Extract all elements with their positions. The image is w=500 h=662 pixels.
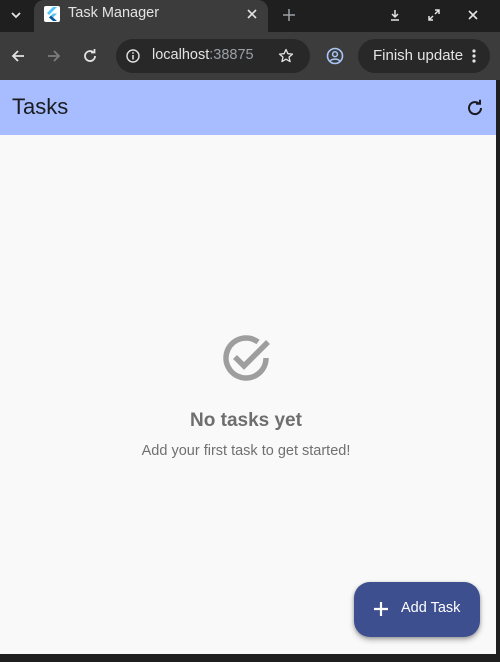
- profile-button[interactable]: [324, 45, 346, 67]
- flutter-logo-icon: [44, 6, 60, 22]
- tab-title: Task Manager: [68, 5, 160, 21]
- plus-icon: [374, 602, 388, 616]
- forward-arrow-icon: [48, 50, 61, 62]
- star-icon: [278, 48, 294, 63]
- reload-button[interactable]: [78, 44, 102, 68]
- page-title: Tasks: [12, 94, 69, 119]
- maximize-icon: [428, 9, 440, 21]
- refresh-icon: [468, 99, 483, 116]
- finish-update-button[interactable]: Finish update: [358, 39, 490, 73]
- back-button[interactable]: [6, 44, 30, 68]
- add-task-button[interactable]: Add Task: [354, 582, 480, 637]
- window-frame-bottom: [0, 654, 500, 662]
- finish-update-label: Finish update: [373, 47, 464, 64]
- refresh-button[interactable]: [464, 97, 486, 119]
- tab-search-button[interactable]: [4, 4, 28, 26]
- url-port: :38875: [209, 47, 254, 63]
- profile-icon: [326, 47, 344, 65]
- url-host: localhost: [152, 47, 210, 63]
- check-circle-icon: [223, 335, 270, 381]
- close-icon: [468, 10, 478, 20]
- reload-icon: [84, 49, 96, 62]
- site-info-button[interactable]: [125, 48, 141, 64]
- forward-button[interactable]: [42, 44, 66, 68]
- new-tab-button[interactable]: [278, 4, 300, 26]
- browser-toolbar: localhost:38875 Finish update: [0, 32, 500, 80]
- download-icon: [391, 10, 399, 21]
- url-text: localhost:38875: [152, 47, 254, 63]
- browser-tab[interactable]: Task Manager: [34, 0, 268, 32]
- close-tab-button[interactable]: [244, 6, 260, 22]
- close-window-button[interactable]: [460, 4, 486, 26]
- address-bar[interactable]: localhost:38875: [116, 39, 310, 73]
- bookmark-button[interactable]: [276, 46, 296, 66]
- maximize-button[interactable]: [421, 4, 447, 26]
- window-frame-right: [496, 80, 500, 662]
- add-task-label: Add Task: [401, 600, 461, 616]
- browser-tabstrip: Task Manager: [0, 0, 500, 32]
- plus-icon: [283, 9, 295, 21]
- info-icon: [126, 49, 140, 63]
- more-vert-icon: [472, 49, 476, 63]
- browser-menu-button[interactable]: [468, 48, 480, 64]
- chevron-down-icon: [11, 12, 21, 19]
- empty-state-title: No tasks yet: [190, 410, 302, 431]
- app-bar: Tasks: [0, 80, 496, 135]
- app-viewport: Tasks No tasks yet Add your first task t…: [0, 80, 496, 654]
- close-icon: [247, 9, 257, 19]
- back-arrow-icon: [11, 50, 24, 62]
- empty-state-subtitle: Add your first task to get started!: [141, 443, 351, 459]
- download-button[interactable]: [382, 4, 408, 26]
